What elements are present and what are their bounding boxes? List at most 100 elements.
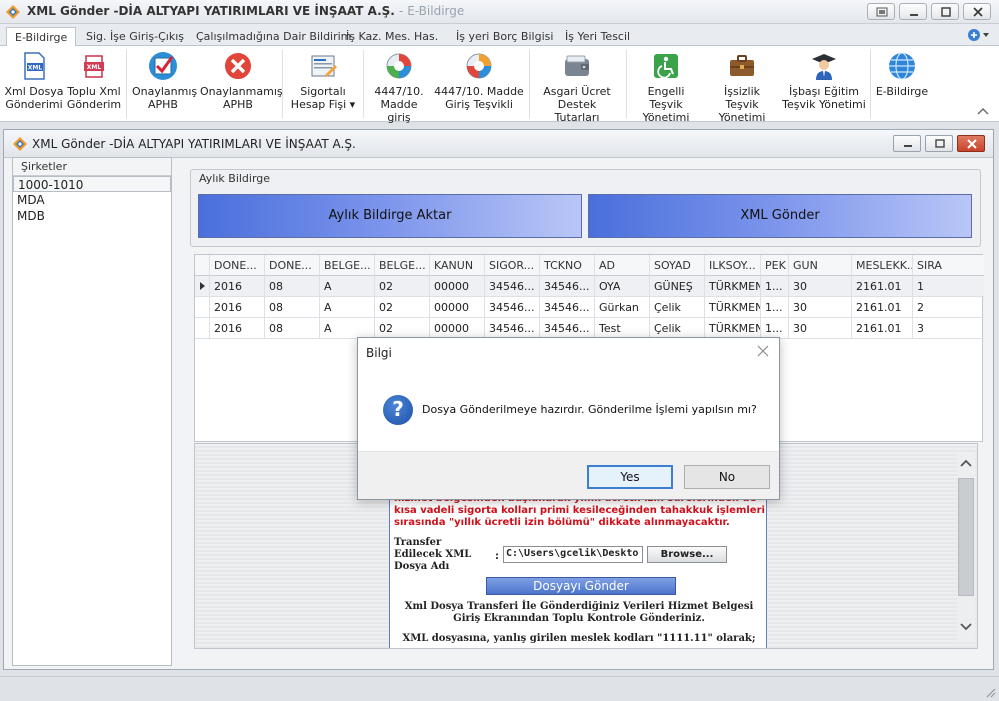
bulk-xml-icon: XML bbox=[84, 55, 104, 78]
table-cell: 2016 bbox=[209, 297, 264, 318]
tab-is-yeri-borc[interactable]: İş yeri Borç Bilgisi bbox=[448, 27, 561, 47]
child-minimize-button[interactable] bbox=[893, 135, 921, 152]
column-header[interactable]: DONE... bbox=[209, 255, 264, 276]
ribbon-collapse-icon[interactable] bbox=[977, 107, 989, 115]
e-bildirge-button[interactable]: E-Bildirge bbox=[874, 50, 930, 118]
table-cell: 1 bbox=[912, 276, 984, 297]
ribbon-label-line1: 4447/10. bbox=[374, 85, 424, 98]
asgari-ucret-destek-button[interactable]: Asgari Ücret Destek Tutarları bbox=[534, 50, 620, 124]
ribbon-label-line1: E-Bildirge bbox=[875, 85, 929, 98]
column-header[interactable]: GUN bbox=[788, 255, 851, 276]
table-cell: 1... bbox=[760, 276, 788, 297]
ribbon-label-line2: Gönderimi bbox=[5, 98, 63, 111]
column-header[interactable]: KANUN bbox=[429, 255, 484, 276]
madde-4447-tesvikli-button[interactable]: 4447/10. Madde Giriş Teşvikli bbox=[434, 50, 524, 118]
tab-calisilmadigina-dair[interactable]: Çalışılmadığına Dair Bildirim bbox=[188, 27, 359, 47]
table-cell: 34546... bbox=[539, 318, 594, 339]
warning-line: sırasında "yıllık ücretli izin bölümü" d… bbox=[394, 517, 730, 528]
table-cell: 08 bbox=[264, 297, 319, 318]
table-cell: 30 bbox=[788, 318, 851, 339]
onaylanmis-aphb-button[interactable]: Onaylanmış APHB bbox=[132, 50, 197, 118]
column-header[interactable]: DONE... bbox=[264, 255, 319, 276]
table-cell: 34546... bbox=[484, 297, 539, 318]
globe-icon bbox=[889, 52, 915, 80]
web-vertical-scrollbar[interactable] bbox=[957, 454, 975, 642]
table-cell: 1... bbox=[760, 318, 788, 339]
resize-grip-icon[interactable] bbox=[984, 686, 996, 698]
article-incentive-icon bbox=[466, 53, 492, 79]
issizlik-tesvik-yonetimi-button[interactable]: İşsizlik Teşvik Yönetimi bbox=[706, 50, 778, 124]
column-header[interactable]: AD bbox=[594, 255, 649, 276]
table-row[interactable]: 2016 08 A 02 00000 34546... 34546... OYA… bbox=[195, 276, 984, 297]
ribbon-label-line2: Yönetimi bbox=[718, 111, 766, 124]
wheelchair-icon bbox=[654, 54, 678, 79]
tab-sig-ise-giris-cikis[interactable]: Sig. İşe Giriş-Çıkış bbox=[78, 27, 192, 47]
monthly-transfer-button[interactable]: Aylık Bildirge Aktar bbox=[198, 194, 582, 238]
column-header[interactable]: BELGE... bbox=[319, 255, 374, 276]
info-line: Xml Dosya Transferi İle Gönderdiğiniz Ve… bbox=[404, 601, 754, 612]
engelli-tesvik-yonetimi-button[interactable]: Engelli Teşvik Yönetimi bbox=[630, 50, 702, 124]
browse-button[interactable]: Browse... bbox=[647, 546, 727, 563]
app-title-bar: XML Gönder -DİA ALTYAPI YATIRIMLARI VE İ… bbox=[0, 0, 999, 24]
madde-4447-giris-button[interactable]: 4447/10. Madde giriş bbox=[368, 50, 430, 124]
dialog-message: Dosya Gönderilmeye hazırdır. Gönderilme … bbox=[422, 403, 757, 416]
send-file-button[interactable]: Dosyayı Gönder bbox=[486, 577, 676, 595]
app-title-suffix: - E-Bildirge bbox=[399, 4, 465, 18]
minimize-button[interactable] bbox=[899, 3, 927, 20]
column-header[interactable]: TCKNO bbox=[539, 255, 594, 276]
column-header[interactable]: MESLEKK... bbox=[851, 255, 912, 276]
companies-panel: Şirketler 1000-1010 MDA MDB bbox=[12, 157, 172, 666]
scroll-down-icon[interactable] bbox=[959, 622, 973, 632]
tab-e-bildirge[interactable]: E-Bildirge bbox=[6, 27, 77, 47]
maximize-button[interactable] bbox=[931, 3, 959, 20]
restore-layout-button[interactable] bbox=[867, 3, 895, 20]
column-header[interactable]: BELGE... bbox=[374, 255, 429, 276]
table-cell: 34546... bbox=[484, 276, 539, 297]
isbasi-egitim-tesvik-button[interactable]: İşbaşı Eğitim Teşvik Yönetimi bbox=[782, 50, 866, 118]
app-title: XML Gönder -DİA ALTYAPI YATIRIMLARI VE İ… bbox=[27, 4, 464, 18]
table-cell: 08 bbox=[264, 318, 319, 339]
company-item[interactable]: 1000-1010 bbox=[13, 176, 171, 192]
app-logo-icon bbox=[6, 5, 20, 19]
info-text-2: XML dosyasına, yanlış girilen meslek kod… bbox=[398, 633, 760, 645]
table-cell: 00000 bbox=[429, 276, 484, 297]
table-cell: 2016 bbox=[209, 276, 264, 297]
table-row[interactable]: 2016 08 A 02 00000 34546... 34546... Gür… bbox=[195, 297, 984, 318]
tab-is-yeri-tescil[interactable]: İş Yeri Tescil bbox=[557, 27, 638, 47]
companies-header: Şirketler bbox=[13, 158, 171, 176]
xml-send-button[interactable]: XML Gönder bbox=[588, 194, 972, 238]
scroll-thumb[interactable] bbox=[958, 478, 974, 596]
label-line: Dosya Adı bbox=[394, 561, 450, 572]
help-dropdown-icon[interactable] bbox=[967, 28, 991, 42]
table-cell: 30 bbox=[788, 297, 851, 318]
info-text: Xml Dosya Transferi İle Gönderdiğiniz Ve… bbox=[398, 601, 760, 625]
child-maximize-button[interactable] bbox=[925, 135, 953, 152]
ribbon-label-line2: Teşvik Yönetimi bbox=[782, 98, 866, 111]
column-header[interactable]: PEK bbox=[760, 255, 788, 276]
column-header[interactable]: ILKSOY... bbox=[704, 255, 760, 276]
close-button[interactable] bbox=[963, 3, 991, 20]
company-item[interactable]: MDA bbox=[13, 192, 171, 208]
column-header[interactable]: SIRA bbox=[912, 255, 984, 276]
ribbon-separator bbox=[363, 50, 364, 118]
file-path-input[interactable]: C:\Users\gcelik\Deskto bbox=[503, 546, 643, 563]
column-header[interactable]: SOYAD bbox=[649, 255, 704, 276]
sigortali-hesap-fisi-button[interactable]: Sigortalı Hesap Fişi ▾ bbox=[288, 50, 358, 118]
scroll-up-icon[interactable] bbox=[959, 458, 973, 468]
toplu-xml-gonderim-button[interactable]: XML Toplu Xml Gönderim bbox=[66, 50, 122, 118]
article-entry-icon bbox=[386, 53, 412, 79]
unapproved-x-icon bbox=[223, 51, 253, 81]
xml-dosya-gonderimi-button[interactable]: XML Xml Dosya Gönderimi bbox=[4, 50, 64, 118]
dialog-close-icon[interactable] bbox=[757, 345, 769, 357]
column-header[interactable]: SIGOR... bbox=[484, 255, 539, 276]
no-button[interactable]: No bbox=[684, 465, 770, 489]
tab-is-kaz-mes-has[interactable]: İş Kaz. Mes. Has. bbox=[338, 27, 446, 47]
onaylanmamis-aphb-button[interactable]: Onaylanmamış APHB bbox=[200, 50, 283, 118]
table-cell: 1... bbox=[760, 297, 788, 318]
company-item[interactable]: MDB bbox=[13, 208, 171, 224]
ribbon-separator bbox=[626, 50, 627, 118]
child-close-button[interactable] bbox=[957, 135, 985, 152]
yes-button[interactable]: Yes bbox=[587, 465, 673, 489]
table-row[interactable]: 2016 08 A 02 00000 34546... 34546... Tes… bbox=[195, 318, 984, 339]
maximize-icon bbox=[935, 139, 945, 148]
